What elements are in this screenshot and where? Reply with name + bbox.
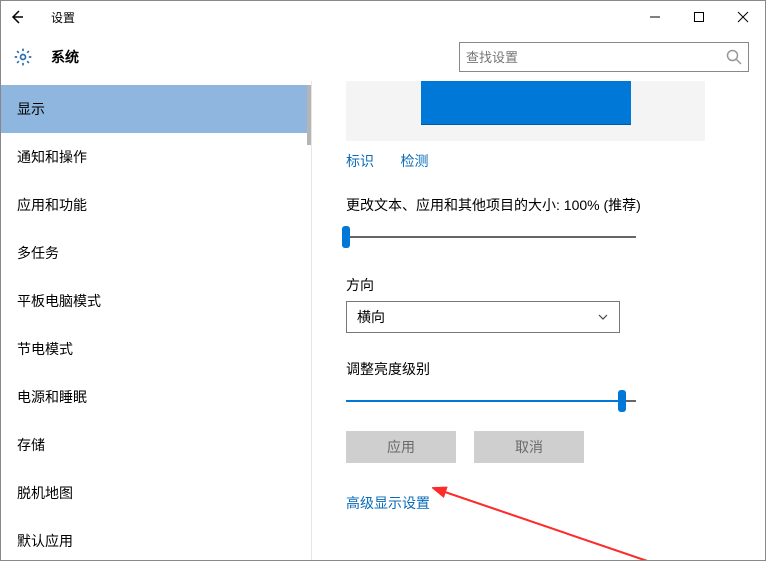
sidebar-item-label: 脱机地图: [17, 483, 73, 503]
minimize-icon: [649, 11, 661, 23]
sidebar-item-label: 存储: [17, 435, 45, 455]
brightness-label: 调整亮度级别: [346, 359, 735, 379]
sidebar-item-multitask[interactable]: 多任务: [1, 229, 311, 277]
minimize-button[interactable]: [633, 1, 677, 33]
sidebar-item-label: 多任务: [17, 243, 59, 263]
back-button[interactable]: [1, 1, 33, 33]
slider-thumb-icon: [618, 390, 626, 412]
sidebar-item-apps[interactable]: 应用和功能: [1, 181, 311, 229]
cancel-button[interactable]: 取消: [474, 431, 584, 463]
sidebar-item-tablet[interactable]: 平板电脑模式: [1, 277, 311, 325]
sidebar-item-battery[interactable]: 节电模式: [1, 325, 311, 373]
arrow-left-icon: [9, 9, 25, 25]
sidebar-item-display[interactable]: 显示: [1, 85, 311, 133]
gear-icon: [13, 47, 33, 67]
sidebar-item-maps[interactable]: 脱机地图: [1, 469, 311, 517]
sidebar-item-label: 节电模式: [17, 339, 73, 359]
close-button[interactable]: [721, 1, 765, 33]
brightness-slider[interactable]: [346, 389, 636, 413]
orientation-select[interactable]: 横向: [346, 301, 620, 333]
sidebar: 显示 通知和操作 应用和功能 多任务 平板电脑模式 节电模式 电源和睡眠 存储 …: [1, 81, 311, 560]
titlebar: 设置: [1, 1, 765, 33]
content: 标识 检测 更改文本、应用和其他项目的大小: 100% (推荐) 方向 横向 调…: [311, 81, 765, 560]
maximize-icon: [693, 11, 705, 23]
scale-slider[interactable]: [346, 225, 636, 249]
sidebar-item-label: 通知和操作: [17, 147, 87, 167]
window-title: 设置: [51, 9, 75, 26]
window-controls: [633, 1, 765, 33]
search-input[interactable]: [466, 50, 726, 65]
button-label: 取消: [515, 437, 543, 457]
header: 系统: [1, 33, 765, 81]
apply-button[interactable]: 应用: [346, 431, 456, 463]
orientation-label: 方向: [346, 275, 735, 295]
sidebar-item-label: 应用和功能: [17, 195, 87, 215]
search-icon: [726, 49, 742, 65]
search-box[interactable]: [459, 42, 749, 72]
display-monitor-tile[interactable]: [421, 81, 631, 125]
sidebar-item-storage[interactable]: 存储: [1, 421, 311, 469]
sidebar-item-default-apps[interactable]: 默认应用: [1, 517, 311, 560]
maximize-button[interactable]: [677, 1, 721, 33]
sidebar-item-label: 平板电脑模式: [17, 291, 101, 311]
page-title: 系统: [51, 47, 79, 67]
chevron-down-icon: [597, 311, 609, 323]
display-preview: [346, 81, 705, 141]
apply-cancel-row: 应用 取消: [346, 431, 735, 463]
slider-thumb-icon: [342, 226, 350, 248]
close-icon: [737, 11, 749, 23]
scale-label: 更改文本、应用和其他项目的大小: 100% (推荐): [346, 195, 735, 215]
sidebar-item-notifications[interactable]: 通知和操作: [1, 133, 311, 181]
display-actions: 标识 检测: [346, 151, 735, 171]
sidebar-item-label: 电源和睡眠: [17, 387, 87, 407]
sidebar-item-power[interactable]: 电源和睡眠: [1, 373, 311, 421]
button-label: 应用: [387, 437, 415, 457]
sidebar-item-label: 显示: [17, 99, 45, 119]
orientation-value: 横向: [357, 307, 385, 327]
detect-link[interactable]: 检测: [400, 153, 428, 169]
advanced-display-link[interactable]: 高级显示设置: [346, 493, 430, 513]
sidebar-item-label: 默认应用: [17, 531, 73, 551]
identify-link[interactable]: 标识: [346, 153, 374, 169]
